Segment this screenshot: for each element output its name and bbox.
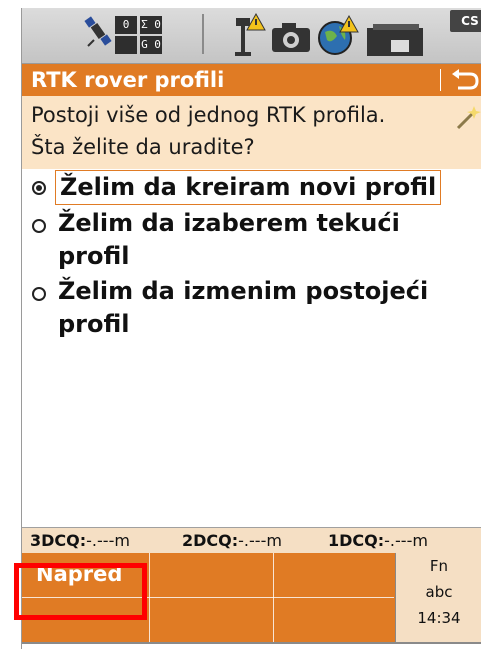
function-panel: Fn abc 14:34 bbox=[395, 553, 481, 642]
radio-select-current-profile[interactable] bbox=[32, 219, 46, 233]
cq-status-bar: 3DCQ:-.---m 2DCQ:-.---m 1DCQ:-.---m bbox=[22, 527, 481, 554]
radio-create-new-profile[interactable] bbox=[32, 181, 46, 195]
counter-sum: Σ 0 bbox=[140, 16, 162, 34]
status-bar: 0 Σ 0 G 0 CS bbox=[22, 8, 481, 64]
prompt-line-2: Šta želite da uradite? bbox=[31, 135, 255, 159]
input-mode: abc bbox=[425, 583, 453, 601]
wizard-icon bbox=[456, 106, 481, 130]
bottom-border bbox=[22, 642, 481, 644]
clock: 14:34 bbox=[417, 609, 461, 627]
memory-card-icon[interactable] bbox=[367, 20, 427, 58]
cq-2d: 2DCQ:-.---m bbox=[182, 531, 282, 550]
back-arrow-icon[interactable] bbox=[450, 68, 480, 92]
option-label[interactable]: Želim da kreiram novi profil bbox=[55, 170, 442, 205]
page-title: RTK rover profili bbox=[31, 68, 225, 92]
status-separator bbox=[202, 14, 204, 54]
antenna-warning-icon[interactable] bbox=[232, 12, 266, 58]
cq-3d: 3DCQ:-.---m bbox=[30, 531, 130, 550]
title-separator bbox=[440, 69, 441, 91]
radio-edit-existing-profile[interactable] bbox=[32, 287, 46, 301]
cq-1d: 1DCQ:-.---m bbox=[328, 531, 428, 550]
camera-icon[interactable] bbox=[270, 20, 312, 54]
counter-empty bbox=[115, 36, 137, 54]
globe-warning-icon[interactable] bbox=[315, 14, 359, 56]
prompt-line-1: Postoji više od jednog RTK profila. bbox=[31, 103, 386, 127]
satellite-counters: 0 Σ 0 G 0 bbox=[115, 14, 163, 54]
option-label[interactable]: Želim da izmenim postojeći profil bbox=[58, 275, 458, 341]
prompt-text: Postoji više od jednog RTK profila. Šta … bbox=[31, 99, 451, 163]
highlight-box bbox=[14, 563, 147, 620]
coordinate-system-icon[interactable]: CS bbox=[450, 10, 481, 32]
counter-glonass: G 0 bbox=[140, 36, 162, 54]
title-bar: RTK rover profili bbox=[22, 64, 481, 96]
option-label[interactable]: Želim da izaberem tekući profil bbox=[58, 207, 418, 273]
prompt-panel: Postoji više od jednog RTK profila. Šta … bbox=[22, 96, 481, 169]
fn-key[interactable]: Fn bbox=[396, 553, 481, 579]
satellite-icon[interactable] bbox=[84, 14, 112, 54]
counter-gps: 0 bbox=[115, 16, 137, 34]
